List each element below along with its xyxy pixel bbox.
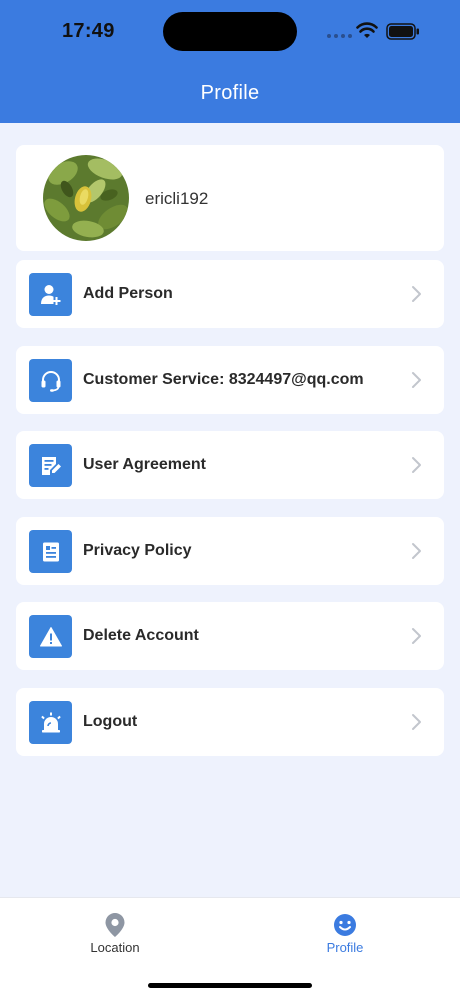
menu-item-label: Logout (83, 713, 138, 730)
signal-icon (327, 34, 352, 38)
tab-bar: Location Profile (0, 897, 460, 997)
menu-item-privacy-policy[interactable]: Privacy Policy (16, 517, 444, 585)
tab-label: Profile (326, 940, 364, 955)
menu-item-label: Customer Service: 8324497@qq.com (83, 371, 364, 388)
menu-item-label: Privacy Policy (83, 542, 192, 559)
menu-item-delete-account[interactable]: Delete Account (16, 602, 444, 670)
tab-location[interactable]: Location (55, 912, 175, 955)
add-person-icon (29, 273, 72, 316)
tab-label: Location (90, 940, 140, 955)
menu-item-logout[interactable]: Logout (16, 688, 444, 756)
warning-icon (29, 615, 72, 658)
avatar[interactable] (43, 155, 129, 241)
smiley-icon (334, 914, 356, 936)
chevron-right-icon (412, 543, 421, 559)
document-list-icon (29, 530, 72, 573)
tab-profile[interactable]: Profile (285, 912, 405, 955)
battery-icon (386, 23, 419, 40)
app-header: 17:49 Profile (0, 0, 460, 123)
location-pin-icon (105, 913, 125, 937)
document-edit-icon (29, 444, 72, 487)
page-title: Profile (200, 82, 260, 104)
menu-item-label: Add Person (83, 285, 173, 302)
menu-item-label: User Agreement (83, 456, 207, 473)
chevron-right-icon (412, 286, 421, 302)
status-time: 17:49 (62, 20, 115, 42)
chevron-right-icon (412, 372, 421, 388)
username: ericli192 (145, 189, 209, 208)
menu-item-label: Delete Account (83, 627, 199, 644)
menu-item-customer-service[interactable]: Customer Service: 8324497@qq.com (16, 346, 444, 414)
profile-card[interactable]: ericli192 (16, 145, 444, 251)
menu-item-add-person[interactable]: Add Person (16, 260, 444, 328)
chevron-right-icon (412, 457, 421, 473)
chevron-right-icon (412, 628, 421, 644)
dynamic-island (163, 12, 297, 51)
menu-item-user-agreement[interactable]: User Agreement (16, 431, 444, 499)
wifi-icon (356, 22, 378, 38)
home-indicator (148, 983, 312, 988)
alarm-icon (29, 701, 72, 744)
headset-icon (29, 359, 72, 402)
chevron-right-icon (412, 714, 421, 730)
